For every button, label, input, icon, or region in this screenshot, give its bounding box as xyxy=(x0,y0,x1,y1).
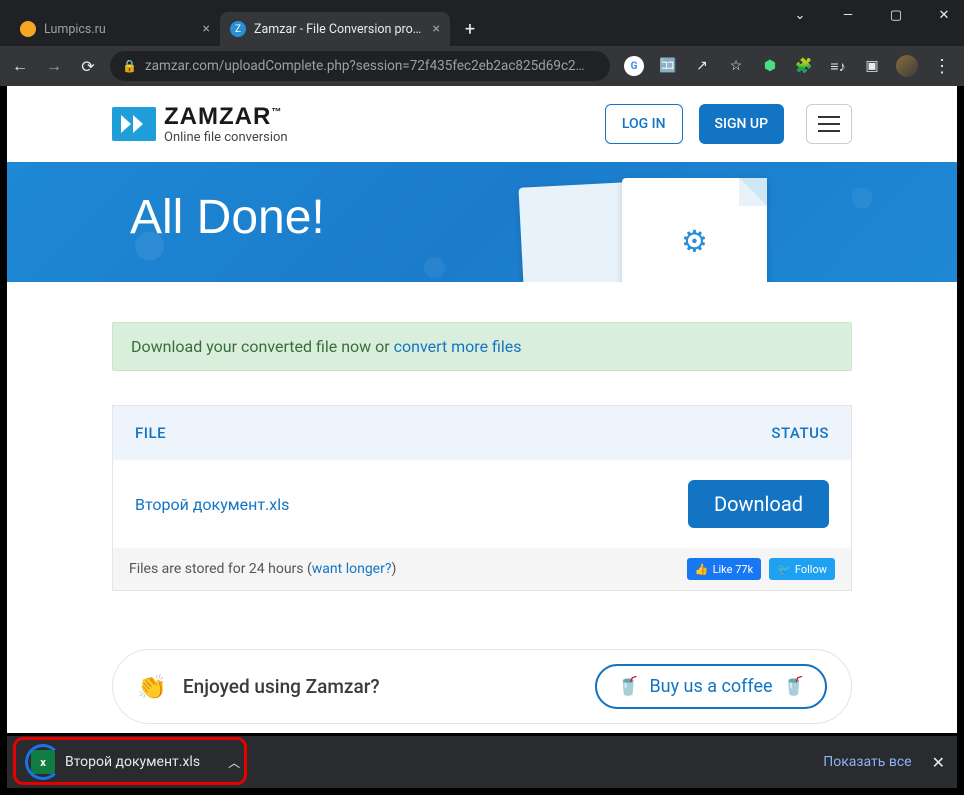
address-bar[interactable]: 🔒 zamzar.com/uploadComplete.php?session=… xyxy=(110,51,610,81)
file-link[interactable]: Второй документ.xls xyxy=(135,495,688,514)
facebook-like-button[interactable]: 👍Like 77k xyxy=(687,558,761,580)
convert-more-link[interactable]: convert more files xyxy=(394,337,522,356)
gear-icon: ⚙ xyxy=(681,225,708,260)
col-status-label: STATUS xyxy=(771,424,829,442)
close-shelf-button[interactable]: ✕ xyxy=(932,753,945,772)
tab-lumpics[interactable]: Lumpics.ru × xyxy=(10,12,220,46)
extension-area: G 🈁 ↗ ☆ ⬢ 🧩 ≡♪ ▣ ⋮ xyxy=(620,55,956,77)
brand-tagline: Online file conversion xyxy=(164,131,288,144)
footer-text-prefix: Files are stored for 24 hours ( xyxy=(129,561,312,577)
xls-file-icon: x xyxy=(31,750,55,774)
coffee-text: Enjoyed using Zamzar? xyxy=(183,675,579,698)
col-file-label: FILE xyxy=(135,424,771,442)
lock-icon: 🔒 xyxy=(122,59,137,73)
minimize-button[interactable]: — xyxy=(836,8,860,23)
favicon-icon: Z xyxy=(230,21,246,37)
signup-button[interactable]: SIGN UP xyxy=(699,104,784,144)
site-header: ZAMZAR™ Online file conversion LOG IN SI… xyxy=(112,86,852,162)
twitter-icon: 🐦 xyxy=(777,563,791,576)
footer-text-suffix: ) xyxy=(391,561,396,577)
download-item[interactable]: x Второй документ.xls ︿ xyxy=(19,742,252,782)
maximize-button[interactable]: ▢ xyxy=(884,8,908,23)
tab-title: Lumpics.ru xyxy=(44,22,195,37)
thumbs-up-icon: 👍 xyxy=(695,563,709,576)
twitter-follow-button[interactable]: 🐦Follow xyxy=(769,558,835,580)
menu-button[interactable] xyxy=(806,104,852,144)
profile-avatar[interactable] xyxy=(896,55,918,77)
browser-toolbar: ← → ⟳ 🔒 zamzar.com/uploadComplete.php?se… xyxy=(0,46,964,86)
tab-title: Zamzar - File Conversion progres xyxy=(254,22,425,37)
coffee-icon: 🥤 xyxy=(617,676,639,697)
file-row: Второй документ.xls Download xyxy=(113,460,851,548)
playlist-icon[interactable]: ≡♪ xyxy=(828,56,848,76)
sidepanel-icon[interactable]: ▣ xyxy=(862,56,882,76)
login-button[interactable]: LOG IN xyxy=(605,104,683,144)
browser-tabstrip: Lumpics.ru × Z Zamzar - File Conversion … xyxy=(0,0,964,46)
download-filename: Второй документ.xls xyxy=(65,754,200,770)
banner-illustration: ⚙ xyxy=(522,174,812,282)
back-button[interactable]: ← xyxy=(8,56,32,76)
chevron-down-icon[interactable]: ⌄ xyxy=(788,8,812,23)
url-text: zamzar.com/uploadComplete.php?session=72… xyxy=(145,58,585,74)
share-icon[interactable]: ↗ xyxy=(692,56,712,76)
zamzar-logo[interactable]: ZAMZAR™ Online file conversion xyxy=(112,105,597,144)
brand-name: ZAMZAR™ xyxy=(164,105,288,129)
google-icon[interactable]: G xyxy=(624,56,644,76)
buy-coffee-button[interactable]: 🥤 Buy us a coffee 🥤 xyxy=(595,664,827,709)
panel-footer: Files are stored for 24 hours (want long… xyxy=(113,548,851,590)
chevron-up-icon[interactable]: ︿ xyxy=(228,754,240,771)
download-button[interactable]: Download xyxy=(688,480,829,528)
reload-button[interactable]: ⟳ xyxy=(76,57,100,76)
banner: All Done! ⚙ xyxy=(7,162,957,282)
success-alert: Download your converted file now or conv… xyxy=(112,322,852,371)
translate-icon[interactable]: 🈁 xyxy=(658,56,678,76)
tab-zamzar[interactable]: Z Zamzar - File Conversion progres × xyxy=(220,12,450,46)
browser-menu-button[interactable]: ⋮ xyxy=(932,56,952,76)
want-longer-link[interactable]: want longer? xyxy=(312,561,392,577)
close-icon[interactable]: × xyxy=(433,21,440,37)
clap-icon: 👏 xyxy=(137,673,167,701)
panel-header: FILE STATUS xyxy=(113,406,851,460)
new-tab-button[interactable]: + xyxy=(456,15,484,43)
logo-mark-icon xyxy=(112,107,156,141)
show-all-downloads-link[interactable]: Показать все xyxy=(823,754,911,770)
forward-button[interactable]: → xyxy=(42,56,66,76)
coffee-prompt: 👏 Enjoyed using Zamzar? 🥤 Buy us a coffe… xyxy=(112,649,852,724)
banner-heading: All Done! xyxy=(130,190,325,245)
ext1-icon[interactable]: ⬢ xyxy=(760,56,780,76)
extensions-icon[interactable]: 🧩 xyxy=(794,56,814,76)
close-window-button[interactable]: ✕ xyxy=(932,8,956,23)
close-icon[interactable]: × xyxy=(203,21,210,37)
coffee-icon: 🥤 xyxy=(783,676,805,697)
files-panel: FILE STATUS Второй документ.xls Download… xyxy=(112,405,852,591)
download-shelf: x Второй документ.xls ︿ Показать все ✕ xyxy=(7,736,957,788)
page-viewport: ZAMZAR™ Online file conversion LOG IN SI… xyxy=(7,86,957,733)
window-controls: ⌄ — ▢ ✕ xyxy=(788,8,956,23)
favicon-icon xyxy=(20,21,36,37)
alert-text: Download your converted file now or xyxy=(131,337,394,356)
star-icon[interactable]: ☆ xyxy=(726,56,746,76)
